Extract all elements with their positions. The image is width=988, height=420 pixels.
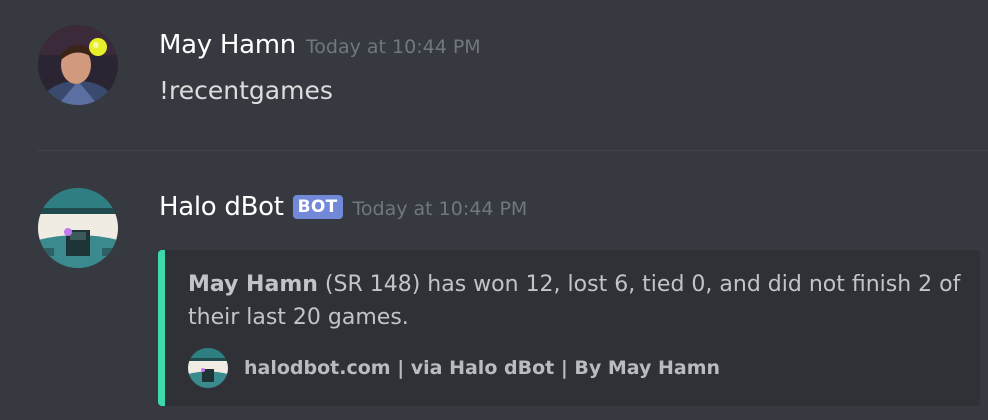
embed-card: May Hamn (SR 148) has won 12, lost 6, ti… — [158, 250, 980, 406]
message-bot: Halo dBot BOT Today at 10:44 PM May Hamn… — [0, 150, 988, 420]
bot-avatar-icon[interactable] — [38, 188, 118, 268]
embed-description: May Hamn (SR 148) has won 12, lost 6, ti… — [188, 268, 968, 334]
footer-halo-helmet-icon — [188, 348, 228, 388]
message-header: May Hamn Today at 10:44 PM — [159, 30, 481, 60]
embed-footer-text: halodbot.com | via Halo dBot | By May Ha… — [244, 357, 721, 379]
username[interactable]: Halo dBot — [159, 192, 284, 222]
message-user: May Hamn Today at 10:44 PM !recentgames — [0, 0, 988, 150]
embed-player-name: May Hamn — [188, 272, 318, 297]
timestamp: Today at 10:44 PM — [352, 198, 528, 220]
chat-window: May Hamn Today at 10:44 PM !recentgames … — [0, 0, 988, 420]
bot-badge: BOT — [292, 195, 343, 219]
message-header: Halo dBot BOT Today at 10:44 PM — [159, 192, 527, 222]
timestamp: Today at 10:44 PM — [305, 36, 481, 58]
message-text: !recentgames — [159, 76, 333, 105]
embed-footer: halodbot.com | via Halo dBot | By May Ha… — [188, 348, 720, 388]
username[interactable]: May Hamn — [159, 30, 296, 60]
user-avatar-icon[interactable] — [38, 25, 118, 105]
